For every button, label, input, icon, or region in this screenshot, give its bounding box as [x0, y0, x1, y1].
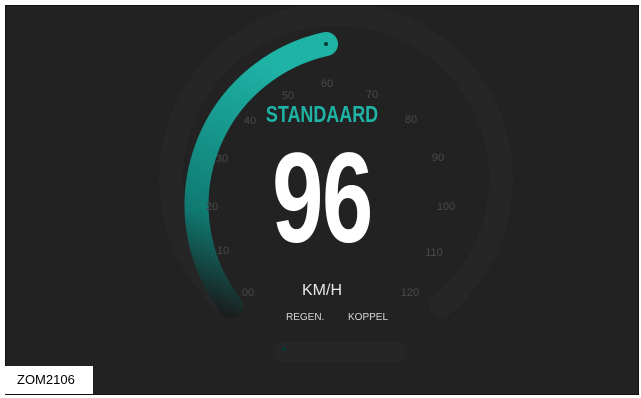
power-bar-dot — [282, 347, 286, 351]
koppel-label: KOPPEL — [348, 312, 389, 323]
reference-code-label: ZOM2106 — [5, 366, 93, 394]
gauge-needle-dot — [324, 42, 328, 46]
gauge-scale-label: 70 — [366, 89, 378, 101]
speed-readout: 96 — [272, 127, 373, 270]
regen-label: REGEN. — [286, 312, 325, 323]
gauge-scale-label: 60 — [321, 78, 333, 90]
cluster-display: 00 10 20 30 40 50 60 70 80 90 100 110 120 STANDAARD … — [5, 5, 639, 395]
speed-unit-label: KM/H — [302, 282, 342, 299]
